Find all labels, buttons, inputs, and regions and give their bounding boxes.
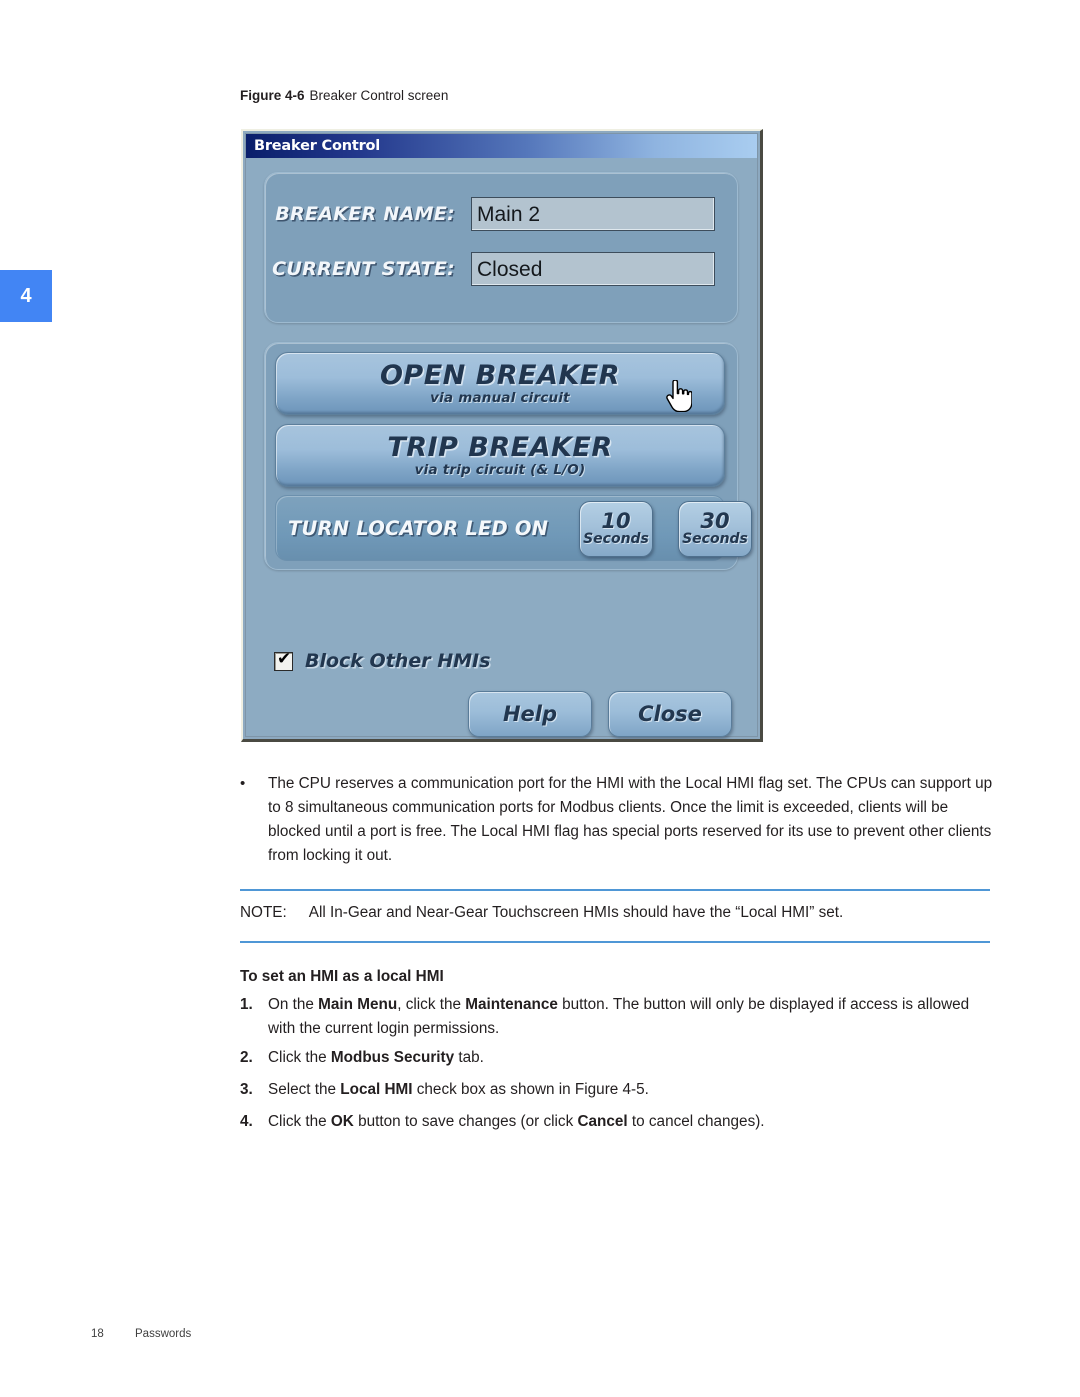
trip-breaker-button[interactable]: TRIP BREAKER via trip circuit (& L/O)	[275, 424, 725, 487]
page-footer: 18 Passwords	[91, 1328, 191, 1340]
footer-section-name: Passwords	[135, 1328, 192, 1340]
figure-caption-number: Figure 4-6	[240, 88, 305, 103]
locator-led-10-seconds-button[interactable]: 10 Seconds	[579, 501, 653, 557]
step-number: 3.	[240, 1081, 253, 1098]
breaker-info-group: BREAKER NAME: Main 2 CURRENT STATE: Clos…	[264, 172, 738, 323]
step-text: Select the Local HMI check box as shown …	[268, 1081, 649, 1098]
block-other-hmis-checkbox[interactable]: ✔	[274, 648, 293, 671]
current-state-row: CURRENT STATE: Closed	[265, 252, 715, 286]
current-state-value: Closed	[477, 257, 543, 281]
bullet-paragraph-text: The CPU reserves a communication port fo…	[268, 775, 993, 864]
note-divider-bottom	[240, 941, 990, 943]
step-text: Click the Modbus Security tab.	[268, 1049, 484, 1066]
breaker-control-window: Breaker Control BREAKER NAME: Main 2 CUR…	[241, 129, 763, 742]
trip-breaker-sublabel: via trip circuit (& L/O)	[414, 461, 586, 478]
current-state-label: CURRENT STATE:	[272, 258, 455, 280]
chapter-tab: 4	[0, 270, 52, 322]
locator-led-30-number: 30	[700, 508, 730, 533]
locator-led-10-unit: Seconds	[583, 530, 649, 547]
figure-caption: Figure 4-6 Breaker Control screen	[240, 88, 448, 103]
current-state-field[interactable]: Closed	[471, 252, 715, 286]
step-number: 2.	[240, 1049, 253, 1066]
note-block: NOTE: All In-Gear and Near-Gear Touchscre…	[240, 901, 843, 925]
checkmark-icon: ✔	[277, 648, 292, 669]
section-subheading: To set an HMI as a local HMI	[240, 968, 444, 985]
step-text: On the Main Menu, click the Maintenance …	[268, 996, 970, 1037]
step-item: 2. Click the Modbus Security tab.	[240, 1046, 1000, 1070]
step-item: 4. Click the OK button to save changes (…	[240, 1110, 1000, 1134]
breaker-name-value: Main 2	[477, 202, 541, 226]
note-label: NOTE:	[240, 904, 287, 921]
figure-caption-text: Breaker Control screen	[309, 88, 449, 103]
window-title-bar: Breaker Control	[246, 134, 757, 158]
close-button[interactable]: Close	[608, 691, 732, 737]
block-other-hmis-row[interactable]: ✔ Block Other HMIs	[274, 648, 491, 672]
locator-led-10-number: 10	[601, 508, 631, 533]
locator-led-30-seconds-button[interactable]: 30 Seconds	[678, 501, 752, 557]
breaker-actions-group: OPEN BREAKER via manual circuit TRIP BRE…	[264, 342, 752, 570]
bullet-marker-icon: •	[240, 775, 246, 792]
trip-breaker-label: TRIP BREAKER	[387, 431, 613, 463]
step-item: 3. Select the Local HMI check box as sho…	[240, 1078, 1000, 1102]
step-number: 1.	[240, 996, 253, 1013]
bullet-paragraph: • The CPU reserves a communication port …	[240, 772, 1000, 868]
locator-led-30-unit: Seconds	[682, 530, 748, 547]
close-button-label: Close	[638, 702, 702, 726]
note-text: All In-Gear and Near-Gear Touchscreen HM…	[308, 904, 844, 921]
breaker-name-label: BREAKER NAME:	[275, 203, 455, 225]
chapter-tab-number: 4	[20, 284, 32, 307]
open-breaker-sublabel: via manual circuit	[430, 389, 570, 406]
breaker-name-field[interactable]: Main 2	[471, 197, 715, 231]
help-button-label: Help	[502, 702, 558, 726]
locator-led-label: TURN LOCATOR LED ON	[288, 516, 549, 540]
help-button[interactable]: Help	[468, 691, 592, 737]
locator-led-row: TURN LOCATOR LED ON 10 Seconds 30 Second…	[275, 495, 752, 561]
step-text: Click the OK button to save changes (or …	[268, 1113, 765, 1130]
open-breaker-button[interactable]: OPEN BREAKER via manual circuit	[275, 352, 725, 415]
footer-page-number: 18	[91, 1328, 104, 1340]
note-divider-top	[240, 889, 990, 891]
window-body: BREAKER NAME: Main 2 CURRENT STATE: Clos…	[246, 158, 757, 737]
window-title: Breaker Control	[254, 138, 381, 154]
open-breaker-label: OPEN BREAKER	[379, 359, 621, 391]
step-item: 1. On the Main Menu, click the Maintenan…	[240, 993, 1000, 1041]
breaker-name-row: BREAKER NAME: Main 2	[265, 197, 715, 231]
step-number: 4.	[240, 1113, 253, 1130]
block-other-hmis-label: Block Other HMIs	[305, 650, 491, 672]
